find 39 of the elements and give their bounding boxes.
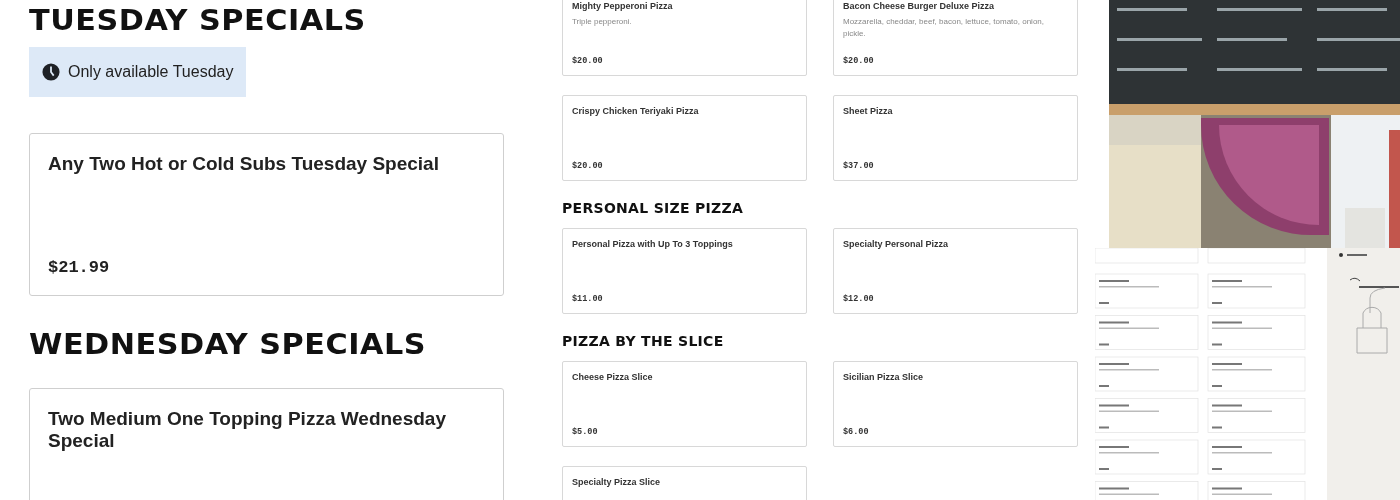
menu-item-card[interactable]: Bacon Cheese Burger Deluxe Pizza Mozzarella, cheddar, beef, bacon, lettuce, tomato, onion, pickle. $20.00 — [833, 0, 1078, 76]
item-price: $6.00 — [843, 427, 870, 437]
item-name: Specialty Personal Pizza — [843, 239, 950, 249]
menu-item-card[interactable]: Mighty Pepperoni Pizza Triple pepperoni. $20.00 — [562, 0, 807, 76]
menu-item-card[interactable]: Specialty Pizza Slice — [562, 466, 807, 500]
menu-item-card[interactable]: Crispy Chicken Teriyaki Pizza $20.00 — [562, 95, 807, 181]
item-price: $21.99 — [48, 258, 111, 277]
item-description: Triple pepperoni. — [572, 16, 633, 28]
category-heading: PERSONAL SIZE PIZZA — [562, 200, 744, 216]
item-description: Mozzarella, cheddar, beef, bacon, lettuce, tomato, onion, pickle. — [843, 16, 1045, 40]
menu-item-card[interactable]: Sheet Pizza $37.00 — [833, 95, 1078, 181]
item-name: Cheese Pizza Slice — [572, 372, 654, 382]
item-name: Personal Pizza with Up To 3 Toppings — [572, 239, 734, 249]
item-name: Sicilian Pizza Slice — [843, 372, 925, 382]
menu-item-card[interactable]: Personal Pizza with Up To 3 Toppings $11.00 — [562, 228, 807, 314]
menu-item-card[interactable]: Sicilian Pizza Slice $6.00 — [833, 361, 1078, 447]
menu-item-card[interactable]: Cheese Pizza Slice $5.00 — [562, 361, 807, 447]
item-name: Any Two Hot or Cold Subs Tuesday Special — [48, 153, 440, 175]
item-name: Mighty Pepperoni Pizza — [572, 1, 674, 11]
item-name: Specialty Pizza Slice — [572, 477, 662, 487]
menu-item-card[interactable]: Any Two Hot or Cold Subs Tuesday Special $21.99 — [29, 133, 504, 296]
item-price: $20.00 — [572, 56, 604, 66]
availability-text: Only available Tuesday — [68, 63, 234, 81]
menu-item-card[interactable]: Specialty Personal Pizza $12.00 — [833, 228, 1078, 314]
section-heading: WEDNESDAY SPECIALS — [29, 328, 427, 362]
item-price: $11.00 — [572, 294, 604, 304]
item-price: $37.00 — [843, 161, 875, 171]
menu-item-card[interactable]: Two Medium One Topping Pizza Wednesday Special — [29, 388, 504, 500]
clock-icon — [42, 63, 60, 81]
section-heading: TUESDAY SPECIALS — [29, 4, 366, 38]
item-name: Sheet Pizza — [843, 106, 894, 116]
item-name: Bacon Cheese Burger Deluxe Pizza — [843, 1, 996, 11]
item-price: $5.00 — [572, 427, 599, 437]
item-price: $12.00 — [843, 294, 875, 304]
category-heading: PIZZA BY THE SLICE — [562, 333, 724, 349]
item-name: Two Medium One Topping Pizza Wednesday Special — [48, 408, 447, 452]
item-price: $20.00 — [843, 56, 875, 66]
item-price: $20.00 — [572, 161, 604, 171]
item-name: Crispy Chicken Teriyaki Pizza — [572, 106, 700, 116]
